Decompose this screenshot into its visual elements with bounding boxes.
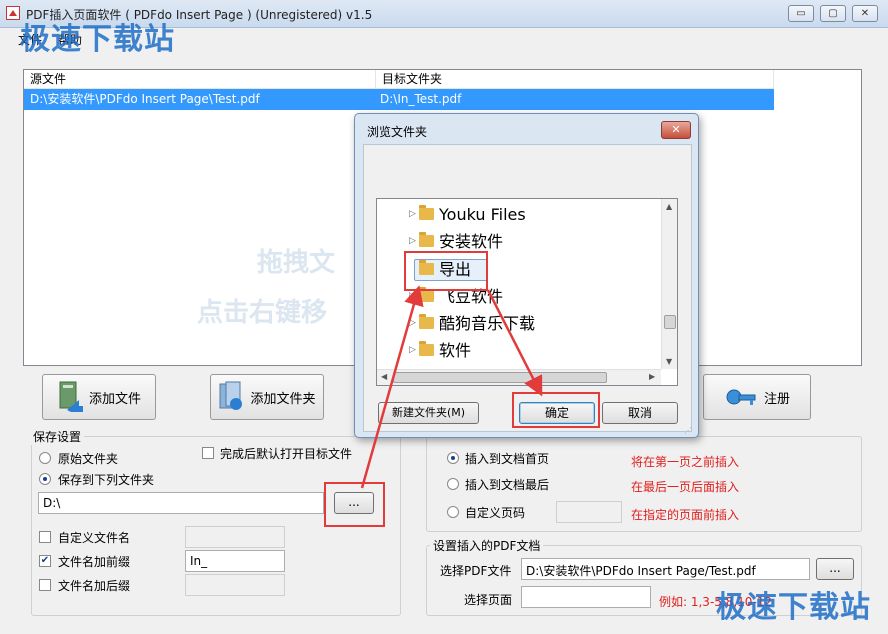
annotation-arrows <box>360 285 543 489</box>
annotation-arrow-to-ok <box>486 289 543 397</box>
annotation-arrow-to-export <box>360 285 424 489</box>
